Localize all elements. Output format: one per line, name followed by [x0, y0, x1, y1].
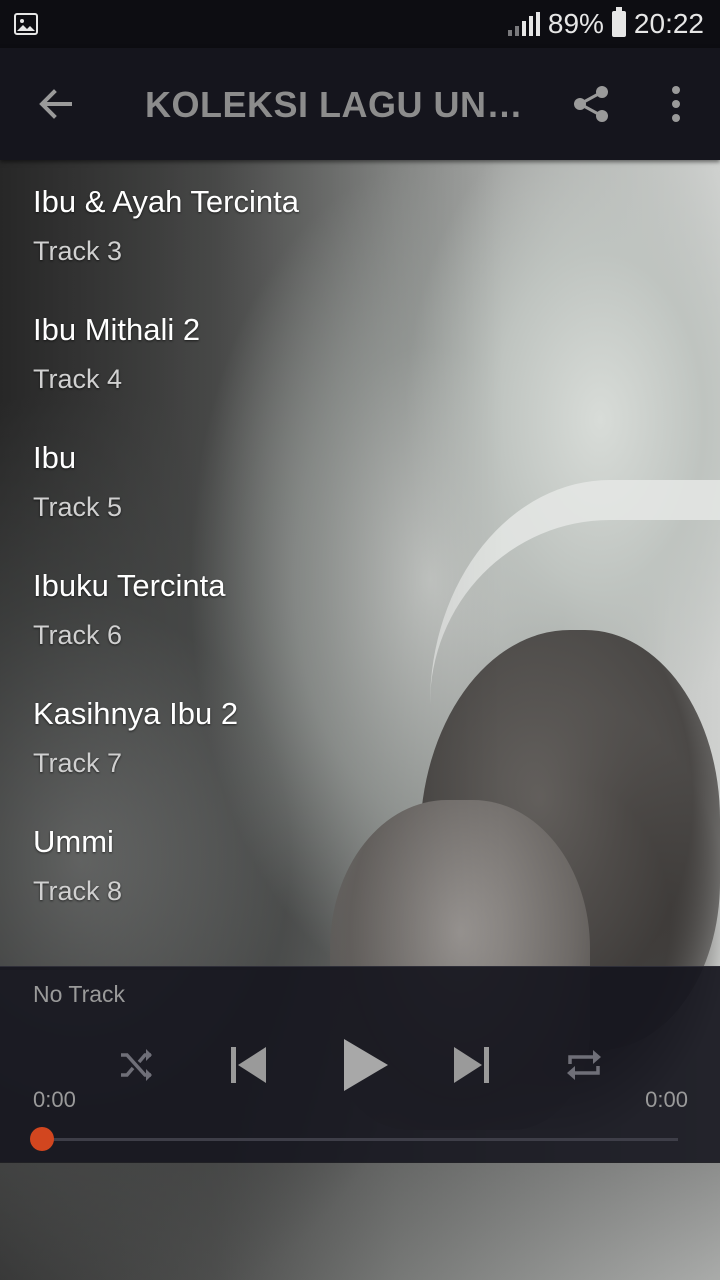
list-item[interactable]: Kasihnya Ibu 2 Track 7 — [0, 672, 720, 800]
track-number: Track 6 — [33, 620, 123, 650]
image-icon — [14, 13, 38, 35]
status-time: 20:22 — [633, 8, 704, 39]
skip-previous-icon[interactable] — [228, 1045, 268, 1085]
seek-bar[interactable] — [42, 1138, 678, 1141]
track-title: Ibu — [33, 440, 77, 475]
repeat-icon[interactable] — [565, 1047, 603, 1083]
track-title: Ibu & Ayah Tercinta — [33, 184, 299, 219]
list-item[interactable]: Ibu Track 5 — [0, 416, 720, 544]
share-icon[interactable] — [572, 84, 612, 124]
track-title: Ibu Mithali 2 — [33, 312, 201, 347]
track-number: Track 3 — [33, 236, 123, 266]
track-number: Track 4 — [33, 364, 123, 394]
battery-percent: 89% — [547, 8, 604, 39]
list-item[interactable]: Ibu Mithali 2 Track 4 — [0, 288, 720, 416]
total-time: 0:00 — [645, 1087, 688, 1112]
track-list: Ibu & Ayah Tercinta Track 3 Ibu Mithali … — [0, 160, 720, 928]
track-number: Track 8 — [33, 876, 123, 906]
now-playing-label: No Track — [33, 981, 126, 1007]
skip-next-icon[interactable] — [452, 1045, 492, 1085]
track-number: Track 5 — [33, 492, 123, 522]
player-panel: No Track 0:00 0:00 — [0, 966, 720, 1163]
play-icon[interactable] — [340, 1037, 390, 1093]
elapsed-time: 0:00 — [33, 1087, 76, 1112]
background-footer — [0, 1162, 720, 1280]
back-arrow-icon[interactable] — [36, 84, 76, 124]
seek-thumb[interactable] — [30, 1127, 54, 1151]
track-title: Ummi — [33, 824, 114, 859]
shuffle-icon[interactable] — [118, 1047, 154, 1083]
status-bar: 89% 20:22 — [0, 0, 720, 48]
list-item[interactable]: Ummi Track 8 — [0, 800, 720, 928]
signal-icon — [507, 12, 540, 36]
page-title: KOLEKSI LAGU UNT... — [145, 84, 535, 125]
list-item[interactable]: Ibu & Ayah Tercinta Track 3 — [0, 160, 720, 288]
more-vert-icon[interactable] — [664, 84, 688, 124]
track-title: Kasihnya Ibu 2 — [33, 696, 239, 731]
app-toolbar: KOLEKSI LAGU UNT... — [0, 48, 720, 160]
track-title: Ibuku Tercinta — [33, 568, 226, 603]
battery-icon — [611, 7, 626, 37]
list-item[interactable]: Ibuku Tercinta Track 6 — [0, 544, 720, 672]
track-number: Track 7 — [33, 748, 123, 778]
